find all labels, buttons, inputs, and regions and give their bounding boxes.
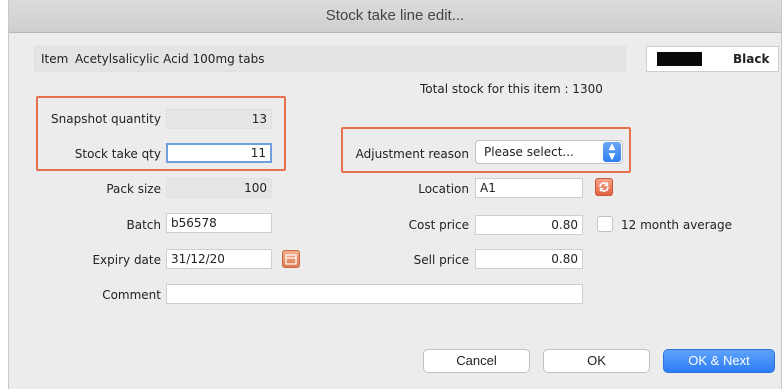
refresh-icon[interactable] <box>595 178 613 196</box>
cancel-button[interactable]: Cancel <box>423 349 530 373</box>
updown-chevron-icon: ▲ ▼ <box>603 142 621 162</box>
item-name: Acetylsalicylic Acid 100mg tabs <box>75 52 265 66</box>
ok-button[interactable]: OK <box>543 349 650 373</box>
expiry-date-input[interactable]: 31/12/20 <box>166 249 272 269</box>
comment-label: Comment <box>102 288 161 302</box>
cost-price-input[interactable]: 0.80 <box>475 215 583 235</box>
twelve-month-average-label: 12 month average <box>621 218 732 232</box>
calendar-icon[interactable] <box>282 250 300 268</box>
snapshot-quantity-field: 13 <box>166 109 272 129</box>
twelve-month-average-checkbox[interactable] <box>597 216 613 232</box>
snapshot-quantity-label: Snapshot quantity <box>51 112 161 126</box>
expiry-date-label: Expiry date <box>92 253 161 267</box>
title-bar: Stock take line edit... <box>9 0 781 33</box>
dialog-window: Stock take line edit... Item Acetylsalic… <box>8 0 782 389</box>
adjustment-reason-label: Adjustment reason <box>355 147 469 161</box>
ok-and-next-button[interactable]: OK & Next <box>663 349 775 373</box>
location-label: Location <box>418 182 469 196</box>
stock-take-qty-input[interactable]: 11 <box>166 143 272 163</box>
cost-price-label: Cost price <box>408 218 469 232</box>
item-color-selector[interactable]: Black <box>646 46 779 72</box>
adjustment-reason-value: Please select... <box>484 145 574 159</box>
item-label: Item <box>41 52 69 66</box>
color-swatch <box>657 52 702 66</box>
adjustment-reason-select[interactable]: Please select... ▲ ▼ <box>475 140 623 164</box>
location-input[interactable]: A1 <box>475 178 583 198</box>
item-row: Item Acetylsalicylic Acid 100mg tabs <box>34 46 626 72</box>
total-stock-text: Total stock for this item : 1300 <box>420 82 603 96</box>
pack-size-label: Pack size <box>106 182 161 196</box>
sell-price-input[interactable]: 0.80 <box>475 249 583 269</box>
comment-input[interactable] <box>166 284 583 304</box>
pack-size-field: 100 <box>166 178 272 198</box>
batch-label: Batch <box>126 218 162 232</box>
sell-price-label: Sell price <box>413 253 469 267</box>
color-name: Black <box>733 52 770 66</box>
batch-input[interactable]: b56578 <box>166 213 272 233</box>
stock-take-qty-label: Stock take qty <box>74 147 161 161</box>
